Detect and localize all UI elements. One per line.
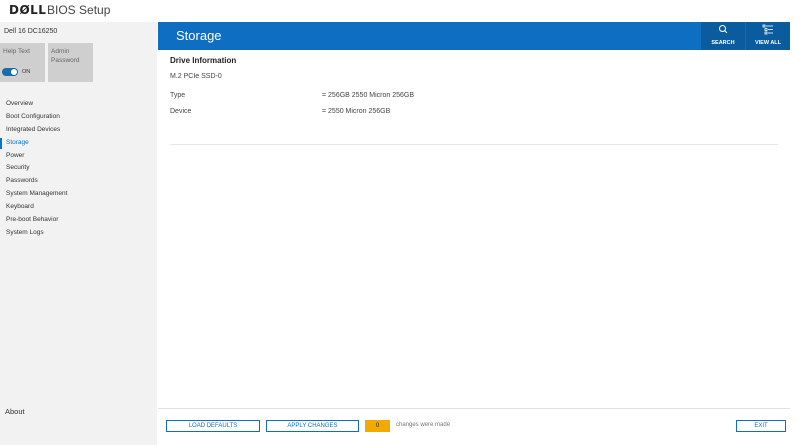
admin-password-label: Admin Password xyxy=(51,48,80,64)
sidebar-item-storage[interactable]: Storage xyxy=(0,137,157,150)
page-title: Storage xyxy=(176,28,222,43)
sidebar-item-keyboard[interactable]: Keyboard xyxy=(0,201,157,214)
content-area: Drive Information M.2 PCIe SSD-0 Type = … xyxy=(158,50,790,408)
footer-bar: LOAD DEFAULTS APPLY CHANGES 0 changes we… xyxy=(158,408,790,445)
changes-count-badge: 0 xyxy=(365,420,390,432)
sidebar-item-system-management[interactable]: System Management xyxy=(0,188,157,201)
info-row-device: Device = 2550 Micron 256GB xyxy=(170,108,770,118)
sidebar-item-boot-configuration[interactable]: Boot Configuration xyxy=(0,111,157,124)
info-key: Device xyxy=(170,108,192,115)
section-title: Drive Information xyxy=(170,56,237,65)
sidebar-item-system-logs[interactable]: System Logs xyxy=(0,227,157,240)
help-text-label: Help Text xyxy=(3,48,30,55)
help-text-toggle-state: ON xyxy=(22,69,31,75)
info-value: = 2550 Micron 256GB xyxy=(322,108,391,115)
info-row-type: Type = 256GB 2550 Micron 256GB xyxy=(170,92,770,102)
changes-text: changes were made xyxy=(396,422,451,428)
help-text-tile[interactable]: Help Text ON xyxy=(0,43,45,82)
info-key: Type xyxy=(170,92,186,99)
load-defaults-button[interactable]: LOAD DEFAULTS xyxy=(166,420,260,432)
exit-button[interactable]: EXIT xyxy=(736,420,786,432)
dell-logo: DØLL xyxy=(9,3,47,17)
page-header: Storage SEARCH VIEW ALL xyxy=(158,22,790,50)
drive-name: M.2 PCIe SSD-0 xyxy=(170,73,222,80)
info-value: = 256GB 2550 Micron 256GB xyxy=(322,92,415,99)
view-all-icon xyxy=(746,24,790,37)
help-text-toggle[interactable] xyxy=(2,68,18,76)
about-link[interactable]: About xyxy=(5,407,25,416)
sidebar-item-security[interactable]: Security xyxy=(0,162,157,175)
sidebar-item-passwords[interactable]: Passwords xyxy=(0,175,157,188)
app-title: BIOS Setup xyxy=(47,3,111,17)
sidebar-nav: Overview Boot Configuration Integrated D… xyxy=(0,98,157,240)
sidebar-item-power[interactable]: Power xyxy=(0,150,157,163)
admin-password-tile[interactable]: Admin Password xyxy=(48,43,93,82)
sidebar: Dell 16 DC16250 Help Text ON Admin Passw… xyxy=(0,22,157,445)
apply-changes-button[interactable]: APPLY CHANGES xyxy=(266,420,359,432)
view-all-button[interactable]: VIEW ALL xyxy=(746,22,790,50)
sidebar-item-integrated-devices[interactable]: Integrated Devices xyxy=(0,124,157,137)
system-model: Dell 16 DC16250 xyxy=(4,28,58,35)
sidebar-item-overview[interactable]: Overview xyxy=(0,98,157,111)
top-bar: DØLL BIOS Setup xyxy=(0,0,800,22)
view-all-button-label: VIEW ALL xyxy=(754,40,782,46)
sidebar-item-pre-boot-behavior[interactable]: Pre-boot Behavior xyxy=(0,214,157,227)
toggle-knob xyxy=(11,69,17,75)
search-button[interactable]: SEARCH xyxy=(701,22,745,50)
divider xyxy=(170,144,778,145)
search-icon xyxy=(701,24,745,36)
search-button-label: SEARCH xyxy=(711,40,735,46)
